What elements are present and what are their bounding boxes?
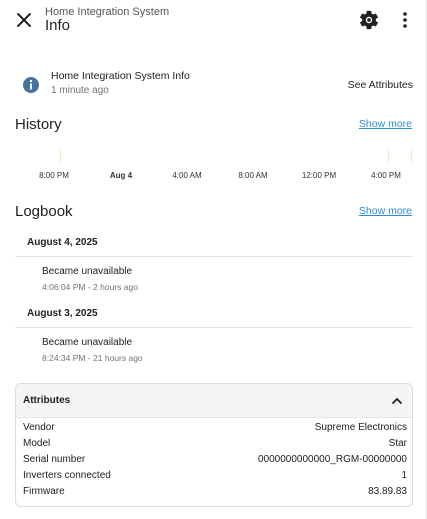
timeline-label: 8:00 AM <box>238 171 268 180</box>
attribute-value: 1 <box>401 470 407 481</box>
attributes-expander[interactable]: Attributes <box>16 384 412 418</box>
timeline-tick <box>60 150 61 164</box>
attributes-panel: Attributes Vendor Supreme Electronics Mo… <box>15 383 413 507</box>
logbook-show-more-link[interactable]: Show more <box>359 205 412 217</box>
entity-name: Home Integration System Info <box>51 70 190 82</box>
logbook-date-heading: August 3, 2025 <box>27 308 98 319</box>
attribute-key: Vendor <box>23 422 55 433</box>
logbook-entry-time[interactable]: 4:06:04 PM - 2 hours ago <box>42 282 138 292</box>
close-icon <box>17 13 31 27</box>
dialog-title: Info <box>45 17 71 34</box>
attribute-key: Inverters connected <box>23 470 111 481</box>
attribute-row: Firmware 83.89.83 <box>23 486 407 502</box>
attributes-title: Attributes <box>23 395 71 406</box>
more-info-dialog: Home Integration System Info Home Integr… <box>0 0 427 519</box>
timeline-label: 12:00 PM <box>301 171 337 180</box>
history-title: History <box>15 116 62 133</box>
attribute-value: 0000000000000_RGM-00000000 <box>257 454 407 465</box>
chevron-up-icon <box>392 398 402 404</box>
logbook-entry-message: Became unavailable <box>42 266 133 277</box>
history-show-more-link[interactable]: Show more <box>359 118 412 130</box>
attribute-row: Vendor Supreme Electronics <box>23 422 407 438</box>
attribute-key: Serial number <box>23 454 86 465</box>
entity-last-changed: 1 minute ago <box>51 85 109 96</box>
logbook-title: Logbook <box>15 203 73 220</box>
history-timeline: 8:00 PM Aug 4 4:00 AM 8:00 AM 12:00 PM 4… <box>15 145 413 185</box>
timeline-label: Aug 4 <box>109 171 133 180</box>
gear-icon <box>360 10 378 30</box>
timeline-label: 4:00 AM <box>172 171 202 180</box>
timeline-tick <box>388 150 389 164</box>
close-button[interactable] <box>12 8 36 32</box>
attribute-row: Inverters connected 1 <box>23 470 407 486</box>
attribute-key: Model <box>23 438 51 449</box>
see-attributes-link[interactable]: See Attributes <box>348 79 413 91</box>
more-options-button[interactable] <box>395 9 415 31</box>
dialog-header: Home Integration System Info <box>0 0 427 44</box>
timeline-tick <box>411 150 412 164</box>
logbook-entry-message: Became unavailable <box>42 337 133 348</box>
divider <box>15 256 413 257</box>
attribute-row: Serial number 0000000000000_RGM-00000000 <box>23 454 407 470</box>
divider <box>15 327 413 328</box>
attribute-key: Firmware <box>23 486 65 497</box>
attribute-value: Supreme Electronics <box>314 422 407 433</box>
attribute-value: 83.89.83 <box>368 486 407 497</box>
attribute-value: Star <box>388 438 407 449</box>
timeline-label: 8:00 PM <box>39 171 69 180</box>
settings-button[interactable] <box>358 9 380 31</box>
timeline-label: 4:00 PM <box>371 171 401 180</box>
logbook-entry-time[interactable]: 8:24:34 PM - 21 hours ago <box>42 353 143 363</box>
entity-info-row: Home Integration System Info 1 minute ag… <box>0 64 427 104</box>
info-icon <box>23 77 39 93</box>
logbook-date-heading: August 4, 2025 <box>27 237 98 248</box>
more-vertical-icon <box>403 12 407 28</box>
attribute-row: Model Star <box>23 438 407 454</box>
